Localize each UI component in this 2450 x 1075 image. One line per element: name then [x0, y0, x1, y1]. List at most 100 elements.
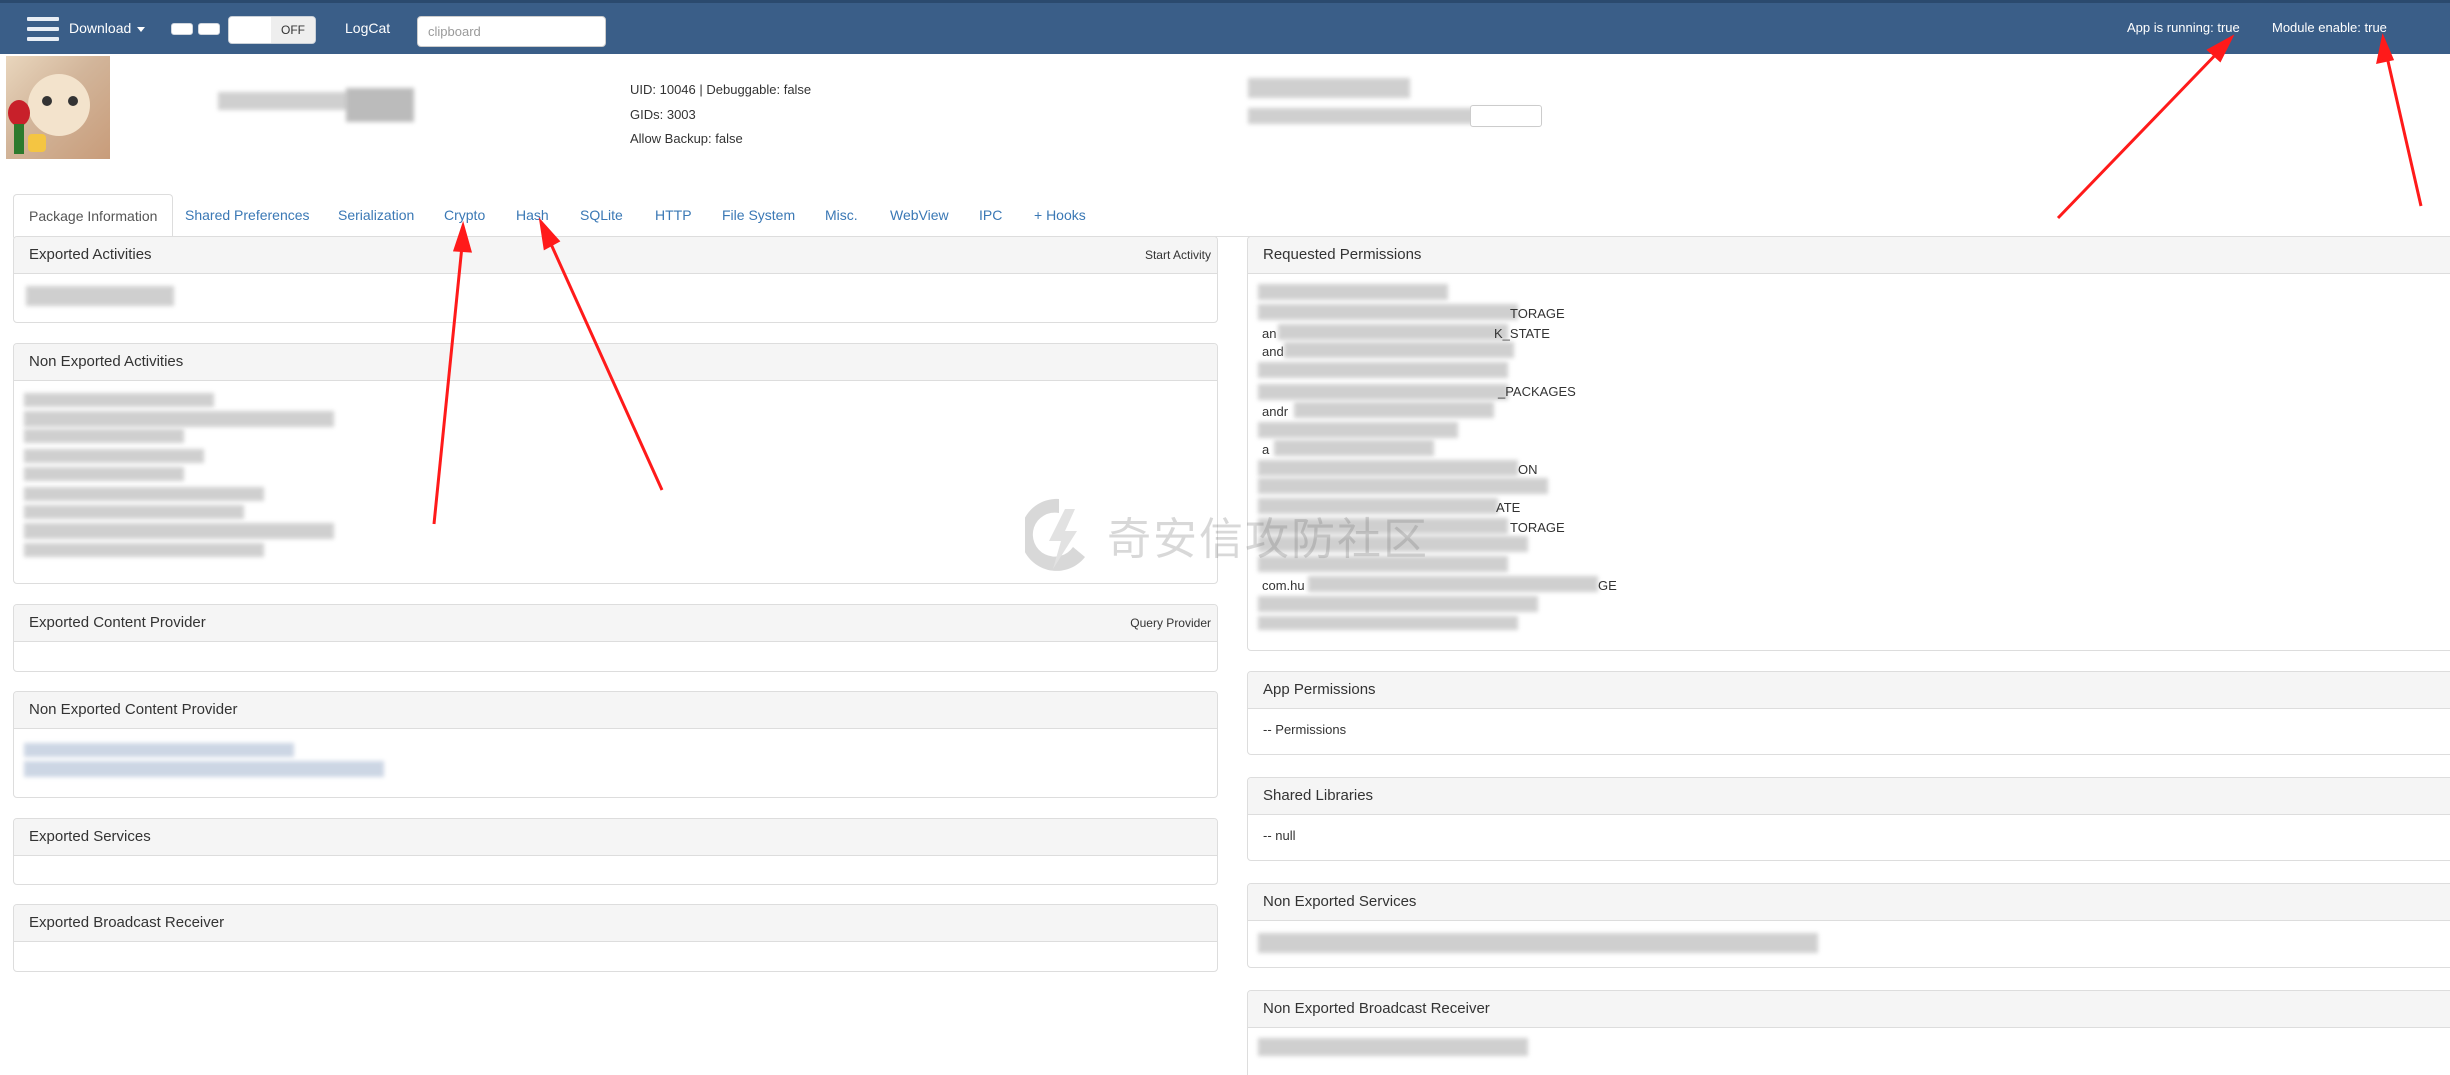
tab-hooks[interactable]: + Hooks: [1034, 194, 1086, 237]
tab-bar: Package Information Shared Preferences S…: [13, 194, 2450, 238]
clipboard-input[interactable]: [417, 16, 606, 47]
list-item: [1258, 478, 1548, 494]
list-item[interactable]: [24, 505, 244, 519]
list-item: [1294, 402, 1494, 418]
permission-fragment: ATE: [1496, 500, 1521, 515]
uid-line: UID: 10046 | Debuggable: false: [630, 82, 812, 97]
list-item: [1258, 304, 1518, 320]
watermark-text: 奇安信攻防社区: [1107, 514, 1429, 565]
top-navbar: Download OFF LogCat App is running: true…: [0, 0, 2450, 54]
list-item: [1258, 362, 1508, 378]
tab-package-information[interactable]: Package Information: [13, 194, 174, 238]
panel-body: [14, 381, 1217, 557]
list-item: [1258, 616, 1518, 630]
tab-sqlite[interactable]: SQLite: [580, 194, 623, 237]
panel-title: Exported Services: [29, 828, 151, 845]
panel-heading: Non Exported Content Provider: [14, 692, 1217, 729]
list-item[interactable]: [24, 393, 214, 407]
panel-heading: Shared Libraries: [1248, 778, 2450, 815]
non-exported-services-panel: Non Exported Services: [1247, 883, 2450, 968]
query-provider-button[interactable]: Query Provider: [1130, 605, 1211, 641]
panel-heading: Exported Activities Start Activity: [14, 237, 1217, 274]
list-item: [1258, 460, 1518, 476]
permission-fragment: GE: [1598, 578, 1617, 593]
list-item: [1278, 324, 1508, 340]
tab-ipc[interactable]: IPC: [979, 194, 1002, 237]
small-button-2[interactable]: [198, 23, 220, 35]
list-item: [1258, 422, 1458, 438]
panel-body: [1248, 921, 2450, 953]
list-item[interactable]: [24, 523, 334, 539]
panel-title: Exported Activities: [29, 246, 152, 263]
start-activity-button[interactable]: Start Activity: [1145, 237, 1211, 273]
list-item: [1258, 1038, 1528, 1056]
list-item: [1258, 596, 1538, 612]
list-item[interactable]: [24, 743, 294, 757]
non-exported-broadcast-receiver-panel: Non Exported Broadcast Receiver: [1247, 990, 2450, 1075]
package-name-blurred: [1248, 78, 1410, 98]
permission-fragment: _PACKAGES: [1498, 384, 1576, 399]
shared-libraries-panel: Shared Libraries -- null: [1247, 777, 2450, 861]
panel-title: Exported Content Provider: [29, 614, 206, 631]
rose-stem-shape: [14, 124, 24, 154]
tab-http[interactable]: HTTP: [655, 194, 692, 237]
panel-title: App Permissions: [1263, 681, 1376, 698]
panel-body: [14, 274, 1217, 306]
tab-misc[interactable]: Misc.: [825, 194, 858, 237]
list-item: [1284, 342, 1514, 358]
tab-hash[interactable]: Hash: [516, 194, 549, 237]
toggle-off-label: OFF: [271, 17, 315, 43]
list-item[interactable]: [24, 429, 184, 443]
arrow-to-app-running: [2056, 44, 2226, 220]
list-item[interactable]: [24, 543, 264, 557]
panel-body: [14, 729, 1217, 777]
on-off-toggle[interactable]: OFF: [228, 16, 316, 44]
download-dropdown[interactable]: Download: [69, 20, 146, 36]
list-item[interactable]: [24, 449, 204, 463]
tab-webview[interactable]: WebView: [890, 194, 949, 237]
download-label: Download: [69, 20, 132, 36]
panel-title: Non Exported Content Provider: [29, 701, 238, 718]
permission-fragment: TORAGE: [1510, 306, 1565, 321]
list-item: [1258, 933, 1818, 953]
panel-heading: App Permissions: [1248, 672, 2450, 709]
panel-heading: Exported Services: [14, 819, 1217, 856]
permissions-list: TORAGE an K_STATE and _PACKAGES andr a O…: [1248, 274, 2450, 644]
tab-shared-preferences[interactable]: Shared Preferences: [185, 194, 310, 237]
toggle-on-side: [229, 17, 272, 43]
permission-fragment: an: [1262, 326, 1277, 341]
list-item[interactable]: [24, 761, 384, 777]
cat-eye-right: [68, 96, 78, 106]
tab-file-system[interactable]: File System: [722, 194, 795, 237]
activity-item-blurred[interactable]: [26, 286, 174, 306]
panel-title: Non Exported Broadcast Receiver: [1263, 1000, 1490, 1017]
exported-content-provider-panel: Exported Content Provider Query Provider: [13, 604, 1218, 672]
cat-face-shape: [28, 74, 90, 136]
tab-serialization[interactable]: Serialization: [338, 194, 414, 237]
panel-title: Shared Libraries: [1263, 787, 1374, 804]
list-item[interactable]: [24, 411, 334, 427]
app-name-blurred-2: [346, 88, 414, 122]
panel-body-text: -- Permissions: [1263, 722, 1347, 737]
exported-activities-panel: Exported Activities Start Activity: [13, 236, 1218, 323]
hamburger-menu-icon[interactable]: [27, 17, 59, 41]
list-item: [1258, 284, 1448, 300]
panel-body-text: -- null: [1263, 828, 1296, 843]
list-item: [1258, 384, 1508, 400]
permission-fragment: TORAGE: [1510, 520, 1565, 535]
gids-line: GIDs: 3003: [630, 107, 696, 122]
small-button-1[interactable]: [171, 23, 193, 35]
list-item[interactable]: [24, 487, 264, 501]
tab-crypto[interactable]: Crypto: [444, 194, 485, 237]
list-item[interactable]: [24, 467, 184, 481]
logcat-link[interactable]: LogCat: [345, 20, 390, 36]
permission-fragment: K_STATE: [1494, 326, 1550, 341]
panel-title: Requested Permissions: [1263, 246, 1422, 263]
panel-title: Non Exported Activities: [29, 353, 184, 370]
permission-fragment: ON: [1518, 462, 1538, 477]
list-item: [1274, 440, 1434, 456]
permission-fragment: a: [1262, 442, 1270, 457]
path-select-box[interactable]: [1470, 105, 1542, 127]
panel-heading: Non Exported Activities: [14, 344, 1217, 381]
app-permissions-panel: App Permissions -- Permissions: [1247, 671, 2450, 755]
